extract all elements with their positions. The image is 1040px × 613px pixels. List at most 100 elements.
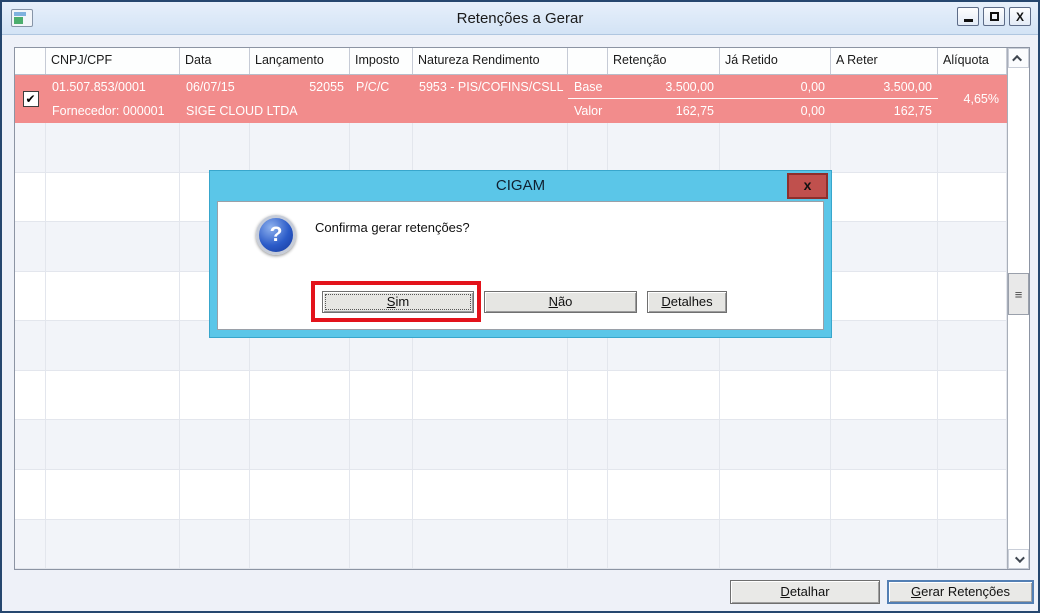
empty-cell: [720, 519, 831, 569]
row-checkbox[interactable]: ✔: [22, 91, 39, 107]
gerar-retencoes-button-label: G: [910, 584, 922, 599]
empty-cell: [15, 469, 46, 519]
detalhar-button[interactable]: Detalhar: [730, 580, 880, 604]
scroll-down-icon: [1014, 552, 1025, 563]
empty-cell: [720, 420, 831, 469]
minimize-icon: [963, 18, 973, 22]
empty-cell: [250, 420, 350, 469]
empty-cell: [46, 321, 180, 370]
dialog-close-button[interactable]: x: [787, 173, 828, 199]
empty-cell: [608, 370, 720, 420]
cell-base-retencao: 3.500,00: [608, 75, 720, 99]
empty-cell: [46, 420, 180, 469]
empty-cell: [413, 469, 568, 519]
cell-fornecedor-nome: SIGE CLOUD LTDA: [186, 104, 298, 118]
empty-cell: [720, 370, 831, 420]
empty-cell: [413, 519, 568, 569]
dialog-title[interactable]: CIGAM: [210, 171, 831, 201]
empty-cell: [608, 420, 720, 469]
empty-cell: [831, 123, 938, 172]
empty-cell: [568, 370, 608, 420]
cell-base-label: Base: [568, 75, 608, 99]
empty-cell: [15, 420, 46, 469]
empty-cell: [46, 519, 180, 569]
nao-button-label: N: [548, 294, 558, 309]
empty-cell: [350, 469, 413, 519]
empty-cell: [831, 370, 938, 420]
detalhes-button-label: D: [661, 294, 671, 309]
empty-cell: [180, 420, 250, 469]
empty-cell: [938, 519, 1007, 569]
scroll-up-button[interactable]: [1008, 48, 1029, 68]
dialog-body: ? Confirma gerar retenções? Sim Não Deta…: [217, 201, 824, 330]
empty-cell: [720, 123, 831, 172]
scrollbar-thumb[interactable]: ≡: [1008, 273, 1029, 315]
header-lancamento[interactable]: Lançamento: [250, 48, 350, 74]
empty-cell: [350, 420, 413, 469]
empty-cell: [46, 271, 180, 321]
empty-cell: [15, 271, 46, 321]
window-controls: X: [957, 7, 1031, 26]
empty-cell: [938, 123, 1007, 172]
vertical-scrollbar[interactable]: ≡: [1007, 48, 1029, 569]
empty-cell: [15, 123, 46, 172]
sim-button-label-rest: im: [395, 294, 410, 309]
empty-cell: [938, 469, 1007, 519]
table-empty-row: [15, 469, 1007, 520]
detalhar-button-label-rest: etalhar: [789, 584, 830, 599]
cell-fornecedor: Fornecedor: 000001: [52, 104, 165, 118]
gerar-retencoes-button[interactable]: Gerar Retenções: [887, 580, 1034, 604]
empty-cell: [250, 469, 350, 519]
header-ja-retido[interactable]: Já Retido: [720, 48, 831, 74]
header-imposto[interactable]: Imposto: [350, 48, 413, 74]
header-sub-label[interactable]: [568, 48, 608, 74]
grip-icon: ≡: [1014, 286, 1023, 302]
empty-cell: [46, 172, 180, 222]
header-a-reter[interactable]: A Reter: [831, 48, 938, 74]
header-retencao[interactable]: Retenção: [608, 48, 720, 74]
check-icon: ✔: [25, 92, 36, 106]
table-empty-row: [15, 519, 1007, 569]
cell-data: 06/07/15: [186, 80, 235, 94]
cell-base-a-reter: 3.500,00: [831, 75, 938, 99]
close-button[interactable]: X: [1009, 7, 1031, 26]
maximize-button[interactable]: [983, 7, 1005, 26]
window-titlebar[interactable]: Retenções a Gerar X: [2, 2, 1038, 35]
empty-cell: [180, 469, 250, 519]
cell-valor-retencao: 162,75: [675, 104, 714, 118]
sim-button[interactable]: Sim: [322, 291, 474, 313]
empty-cell: [15, 370, 46, 420]
header-checkbox-col[interactable]: [15, 48, 46, 74]
header-cnpj[interactable]: CNPJ/CPF: [46, 48, 180, 74]
empty-cell: [15, 222, 46, 271]
minimize-button[interactable]: [957, 7, 979, 26]
empty-cell: [831, 420, 938, 469]
empty-cell: [413, 370, 568, 420]
cell-valor-a-reter: 162,75: [893, 104, 932, 118]
header-aliquota[interactable]: Alíquota: [938, 48, 1007, 74]
table-empty-row: [15, 123, 1007, 173]
header-data[interactable]: Data: [180, 48, 250, 74]
empty-cell: [938, 370, 1007, 420]
window-title: Retenções a Gerar: [456, 10, 584, 27]
scrollbar-track[interactable]: ≡: [1008, 68, 1029, 549]
scroll-up-icon: [1012, 54, 1023, 65]
empty-cell: [831, 321, 938, 370]
empty-cell: [938, 271, 1007, 321]
cell-valor-ja-retido: 0,00: [800, 104, 825, 118]
empty-cell: [250, 370, 350, 420]
cell-cnpj: 01.507.853/0001: [52, 80, 146, 94]
empty-cell: [350, 370, 413, 420]
question-icon: ?: [256, 215, 296, 255]
header-natureza[interactable]: Natureza Rendimento: [413, 48, 568, 74]
nao-button[interactable]: Não: [484, 291, 637, 313]
empty-cell: [720, 469, 831, 519]
empty-cell: [15, 519, 46, 569]
empty-cell: [350, 123, 413, 172]
empty-cell: [250, 123, 350, 172]
dialog-message: Confirma gerar retenções?: [315, 220, 470, 235]
empty-cell: [180, 123, 250, 172]
scroll-down-button[interactable]: [1008, 549, 1029, 569]
detalhes-button[interactable]: Detalhes: [647, 291, 727, 313]
table-row[interactable]: ✔ 01.507.853/0001 06/07/15 52055 P/C/C 5…: [15, 75, 1007, 123]
